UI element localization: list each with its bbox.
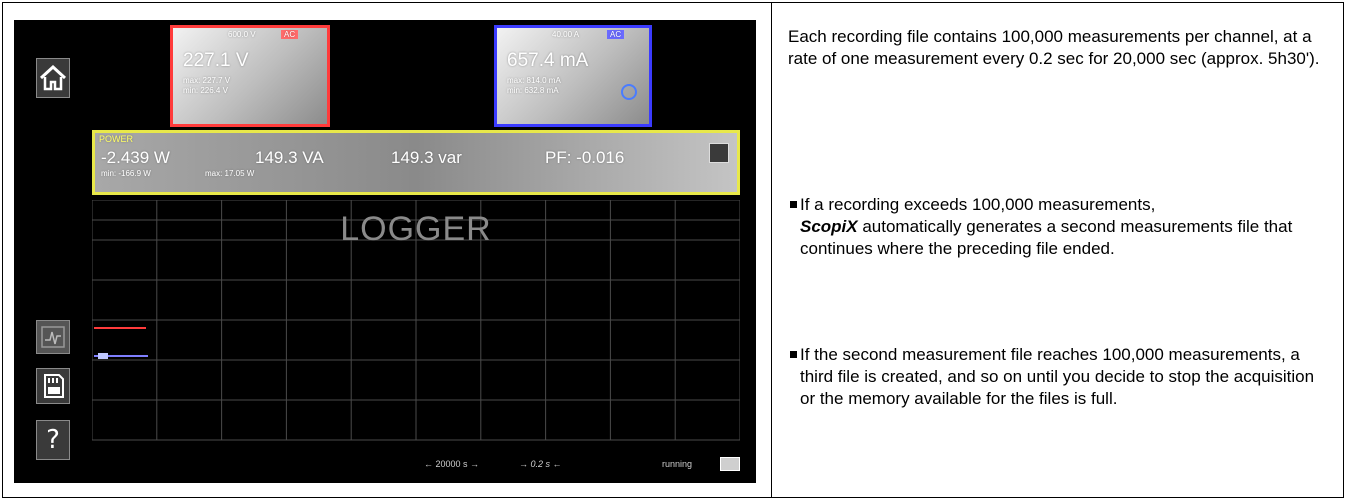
- ch2-range: 40.00 A: [552, 30, 580, 39]
- bullet-2-text: If the second measurement file reaches 1…: [800, 345, 1315, 408]
- record-icon[interactable]: [720, 457, 740, 471]
- ch1-value: 227.1 V: [183, 50, 249, 71]
- bullet-square-icon: [790, 351, 797, 358]
- trace-icon: [41, 326, 65, 348]
- device-footer: ← 20000 s → → 0.2 s ← running: [14, 453, 756, 475]
- channel-2-panel[interactable]: 40.00 A AC 657.4 mA max: 814.0 mA min: 6…: [494, 25, 652, 127]
- intro-text: Each recording file contains 100,000 mea…: [788, 27, 1320, 68]
- bullet-1-end: automatically generates a second measure…: [800, 217, 1293, 258]
- power-title: POWER: [99, 134, 134, 144]
- record-duration: ← 20000 s →: [424, 459, 480, 469]
- trace-button[interactable]: [36, 320, 70, 354]
- ch1-min: min: 226.4 V: [183, 86, 228, 95]
- power-factor: PF: -0.016: [545, 148, 625, 167]
- ch2-max: max: 814.0 mA: [507, 76, 561, 85]
- bullet-1-start: If a recording exceeds 100,000 measureme…: [800, 195, 1156, 214]
- ch1-range: 600.0 V: [228, 30, 256, 39]
- column-divider: [771, 2, 772, 498]
- bullet-square-icon: [790, 201, 797, 208]
- brand-name: ScopiX: [800, 217, 858, 236]
- bullet-1: If a recording exceeds 100,000 measureme…: [790, 194, 1330, 260]
- intro-paragraph: Each recording file contains 100,000 mea…: [788, 26, 1333, 70]
- channel-1-panel[interactable]: 600.0 V AC 227.1 V max: 227.7 V min: 226…: [170, 25, 330, 127]
- power-reactive: 149.3 var: [391, 148, 462, 167]
- power-panel[interactable]: POWER -2.439 W 149.3 VA 149.3 var PF: -0…: [92, 130, 740, 195]
- device-screen: ? 600.0 V AC 227.1 V max: 227.7 V min: 2…: [14, 20, 756, 483]
- power-apparent: 149.3 VA: [255, 148, 324, 167]
- ch1-max: max: 227.7 V: [183, 76, 231, 85]
- home-icon: [39, 65, 67, 91]
- logger-grid: LOGGER: [92, 200, 740, 450]
- power-settings-icon[interactable]: [709, 143, 729, 163]
- help-icon: ?: [46, 425, 60, 455]
- power-active: -2.439 W: [101, 148, 170, 167]
- status-label: running: [662, 459, 693, 469]
- sample-interval: → 0.2 s ←: [519, 459, 562, 469]
- power-max: max: 17.05 W: [205, 169, 255, 178]
- mode-label: LOGGER: [340, 210, 492, 248]
- sd-card-icon: [44, 374, 64, 398]
- ch2-coupling: AC: [607, 30, 625, 39]
- ch2-trace-marker: [98, 353, 108, 359]
- bullet-1-text: If a recording exceeds 100,000 measureme…: [800, 194, 1330, 260]
- sd-card-button[interactable]: [36, 368, 70, 404]
- ch2-min: min: 632.8 mA: [507, 86, 559, 95]
- ch2-indicator-icon: [621, 84, 637, 100]
- ch2-value: 657.4 mA: [507, 50, 589, 71]
- bullet-2: If the second measurement file reaches 1…: [790, 344, 1330, 410]
- power-min: min: -166.9 W: [101, 169, 151, 178]
- ch1-coupling: AC: [281, 30, 299, 39]
- home-button[interactable]: [36, 58, 70, 98]
